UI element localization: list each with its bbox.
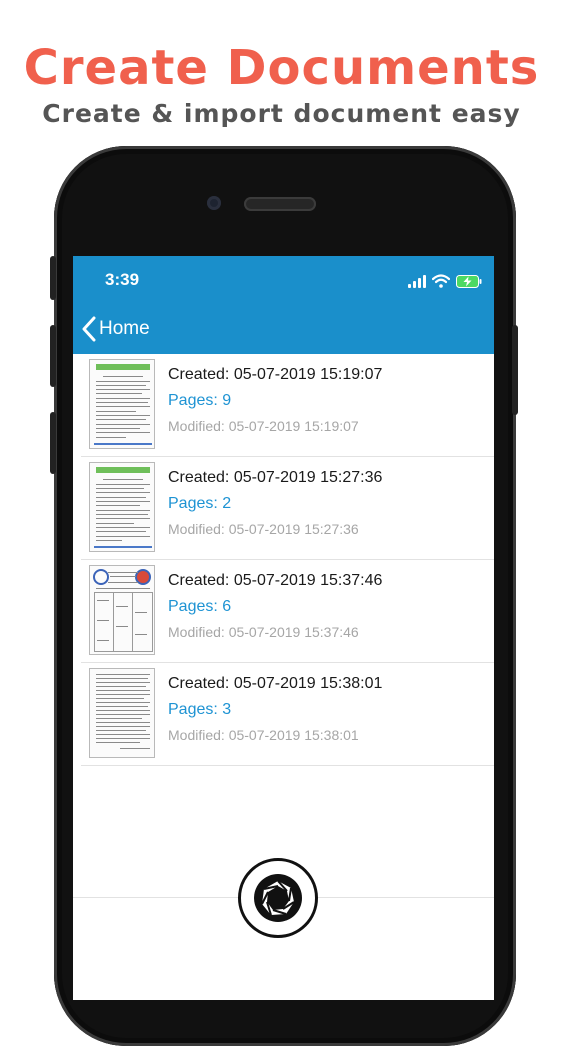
back-button[interactable]: Home <box>81 314 150 344</box>
wifi-icon <box>432 274 450 288</box>
side-button <box>50 325 56 387</box>
document-thumbnail <box>89 565 155 655</box>
promo-title: Create Documents <box>23 40 540 96</box>
document-list: Created: 05-07-2019 15:19:07 Pages: 9 Mo… <box>73 354 494 766</box>
promo-subtitle: Create & import document easy <box>42 99 521 128</box>
front-camera <box>207 196 221 210</box>
document-thumbnail <box>89 462 155 552</box>
document-thumbnail <box>89 359 155 449</box>
back-button-label: Home <box>99 318 150 339</box>
document-created: Created: 05-07-2019 15:19:07 <box>168 366 383 383</box>
document-pages: Pages: 3 <box>168 701 232 718</box>
document-pages: Pages: 9 <box>168 392 232 409</box>
camera-shutter-icon <box>254 874 302 922</box>
battery-charging-icon <box>456 275 482 288</box>
document-pages: Pages: 2 <box>168 495 232 512</box>
document-row[interactable]: Created: 05-07-2019 15:27:36 Pages: 2 Mo… <box>81 457 494 560</box>
document-modified: Modified: 05-07-2019 15:38:01 <box>168 727 359 743</box>
status-icons <box>408 272 482 288</box>
cellular-signal-icon <box>408 275 426 288</box>
document-created: Created: 05-07-2019 15:27:36 <box>168 469 383 486</box>
document-row[interactable]: Created: 05-07-2019 15:19:07 Pages: 9 Mo… <box>81 354 494 457</box>
document-pages: Pages: 6 <box>168 598 232 615</box>
side-button <box>50 412 56 474</box>
side-button <box>50 256 56 300</box>
document-row[interactable]: Created: 05-07-2019 15:37:46 Pages: 6 Mo… <box>81 560 494 663</box>
navigation-bar: 3:39 Home <box>73 256 494 354</box>
document-created: Created: 05-07-2019 15:37:46 <box>168 572 383 589</box>
document-created: Created: 05-07-2019 15:38:01 <box>168 675 383 692</box>
app-screen: 3:39 Home Created: 05-07-2019 15:19:07 P… <box>73 256 494 1000</box>
document-thumbnail <box>89 668 155 758</box>
document-modified: Modified: 05-07-2019 15:37:46 <box>168 624 359 640</box>
earpiece-speaker <box>244 197 316 211</box>
status-time: 3:39 <box>105 270 140 289</box>
document-row[interactable]: Created: 05-07-2019 15:38:01 Pages: 3 Mo… <box>81 663 494 766</box>
chevron-left-icon <box>82 316 96 342</box>
side-button <box>512 325 518 415</box>
document-modified: Modified: 05-07-2019 15:19:07 <box>168 418 359 434</box>
capture-button[interactable] <box>238 858 318 938</box>
document-modified: Modified: 05-07-2019 15:27:36 <box>168 521 359 537</box>
